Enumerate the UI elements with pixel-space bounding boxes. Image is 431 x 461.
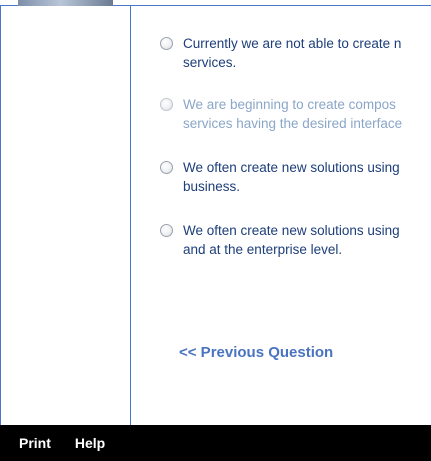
answer-option-3-text: We often create new solutions using busi… [183,158,400,196]
radio-button-3[interactable] [160,161,173,174]
answer-option-1-line2: services. [183,55,237,70]
footer-bar: Print Help [0,425,431,461]
answer-option-3-line2: business. [183,179,241,194]
answer-option-3-line1: We often create new solutions using [183,160,400,175]
print-link[interactable]: Print [19,435,51,451]
answer-option-4-line2: and at the enterprise level. [183,242,343,257]
answer-option-2-text: We are beginning to create compos servic… [183,95,402,133]
answer-option-1[interactable]: Currently we are not able to create n se… [160,34,431,72]
radio-button-4[interactable] [160,224,173,237]
question-content: Currently we are not able to create n se… [132,7,431,425]
answer-option-2-line1: We are beginning to create compos [183,97,396,112]
answer-option-2[interactable]: We are beginning to create compos servic… [160,95,431,133]
answer-option-1-text: Currently we are not able to create n se… [183,34,401,72]
previous-question-link[interactable]: << Previous Question [179,344,333,361]
help-link[interactable]: Help [75,435,105,451]
answer-option-4[interactable]: We often create new solutions using and … [160,221,431,259]
left-sidebar [0,6,131,425]
answer-option-3[interactable]: We often create new solutions using busi… [160,158,431,196]
radio-button-1[interactable] [160,37,173,50]
answer-option-1-line1: Currently we are not able to create n [183,36,402,51]
answer-option-4-text: We often create new solutions using and … [183,221,400,259]
radio-button-2[interactable] [160,98,173,111]
answer-option-2-line2: services having the desired interface [183,116,403,131]
answer-option-4-line1: We often create new solutions using [183,223,400,238]
survey-page: Currently we are not able to create n se… [0,0,431,461]
